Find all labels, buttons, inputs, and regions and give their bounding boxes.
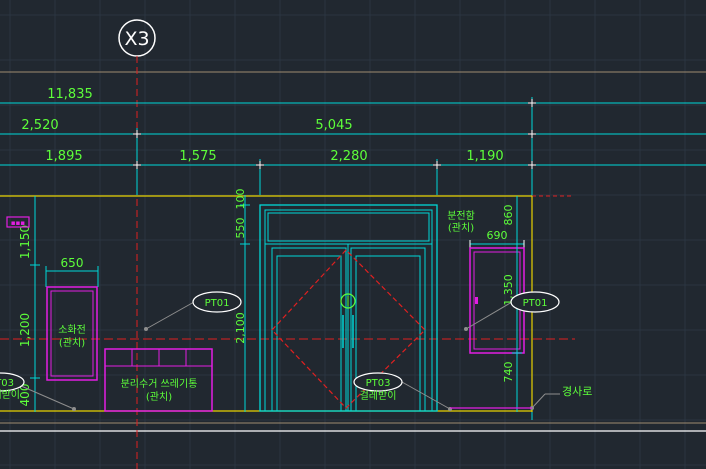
distribution-panel-label: 분전함 [447, 210, 475, 222]
extinguisher-label: 소화전 [58, 324, 86, 336]
dimension-strings: 11,835 2,520 5,045 1,895 1,575 2,280 1,1… [0, 87, 706, 420]
door-transom [267, 212, 430, 242]
dimension-text-panel-width: 690 [487, 229, 508, 242]
dimension-text-left-span: 2,520 [21, 118, 58, 133]
baseboard-label: 걸레받이 [360, 389, 397, 402]
dimension-text-right-upper: 860 [502, 205, 515, 226]
dimension-text-door-top-a: 550 [234, 218, 247, 239]
cad-drawing-viewport[interactable]: X3 11,835 2,520 5,045 1,895 1,575 2,280 … [0, 0, 706, 469]
dimension-text-center-span: 5,045 [315, 118, 352, 133]
panel-latch [475, 297, 478, 304]
dimension-text-door-top-b: 100 [234, 189, 247, 210]
recycle-bin-cabinet[interactable]: 분리수거 쓰레기통 (관치) [104, 348, 213, 412]
dimension-text-left-upper: 1,150 [18, 225, 32, 259]
dimension-tick [528, 99, 536, 107]
tag-label: PT03 [366, 378, 391, 389]
material-tag-pt01-left[interactable]: PT01 [144, 291, 242, 331]
dimension-text-segment-2: 1,575 [179, 149, 216, 164]
slope-label: 경사로 [562, 385, 592, 398]
material-tag-pt03-left[interactable]: PT03 걸레받이 [0, 372, 76, 411]
tag-label: PT01 [523, 298, 548, 309]
grid-bubble-label: X3 [124, 28, 149, 50]
dimension-text-door-height: 2,100 [234, 312, 247, 344]
dimension-tick [528, 161, 536, 169]
dimension-tick [528, 130, 536, 138]
svg-text:▪▪▪: ▪▪▪ [11, 219, 25, 227]
recycle-bin-label: 분리수거 쓰레기통 [121, 378, 198, 390]
double-door[interactable]: 550 100 2,100 [234, 189, 438, 413]
reference-lines [0, 71, 706, 432]
slope-callout[interactable]: 경사로 [530, 385, 592, 410]
dimension-text-extinguisher-width: 650 [61, 256, 84, 270]
tag-label: PT03 [0, 378, 14, 389]
dimension-text-left-middle: 1,200 [18, 313, 32, 347]
dimension-tick [433, 161, 441, 169]
tag-label: PT01 [205, 298, 230, 309]
baseboard-label-left: 걸레받이 [0, 388, 20, 401]
dimension-tick [256, 161, 264, 169]
fire-extinguisher-cabinet[interactable]: 650 소화전 (관치) [45, 256, 99, 381]
dimension-tick [133, 130, 141, 138]
recycle-bin-sublabel: (관치) [146, 391, 172, 403]
dimension-text-segment-3: 2,280 [330, 149, 367, 164]
dimension-text-segment-4: 1,190 [466, 149, 503, 164]
dimension-tick [133, 161, 141, 169]
dimension-text-segment-1: 1,895 [45, 149, 82, 164]
extinguisher-sublabel: (관치) [59, 337, 85, 349]
background-grid [0, 0, 706, 469]
dimension-text-overall: 11,835 [47, 87, 93, 102]
dimension-text-right-lower: 740 [502, 362, 515, 383]
distribution-panel-sublabel: (관치) [448, 222, 474, 234]
